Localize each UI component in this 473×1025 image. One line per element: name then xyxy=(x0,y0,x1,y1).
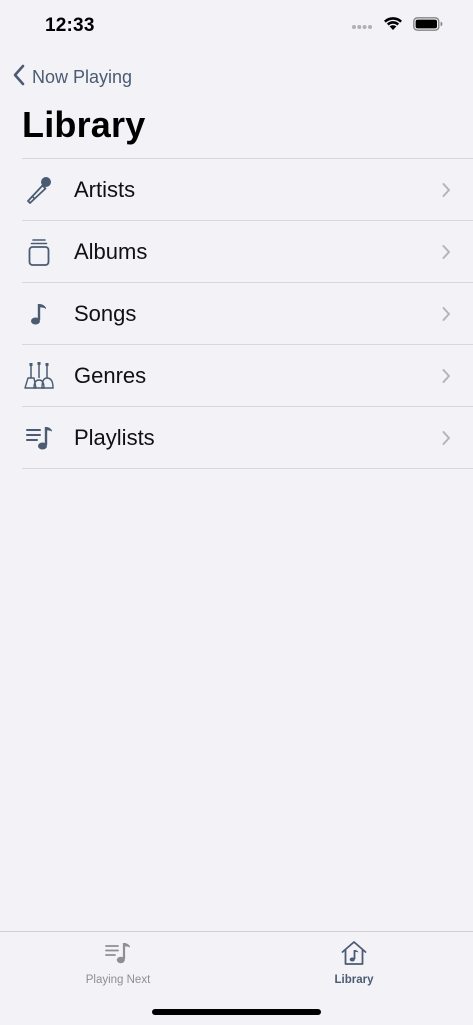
library-item-artists[interactable]: Artists xyxy=(22,159,473,221)
tab-label: Playing Next xyxy=(85,974,151,986)
battery-icon xyxy=(413,16,443,36)
home-music-icon xyxy=(340,940,368,971)
page-title: Library xyxy=(22,104,146,145)
library-item-label: Playlists xyxy=(74,424,155,450)
album-stack-icon xyxy=(22,235,56,269)
playlist-icon xyxy=(22,421,56,455)
status-icons xyxy=(351,16,443,36)
wifi-icon xyxy=(383,16,403,36)
library-item-genres[interactable]: Genres xyxy=(22,345,473,407)
library-item-playlists[interactable]: Playlists xyxy=(22,407,473,469)
microphone-icon xyxy=(22,173,56,207)
library-item-songs[interactable]: Songs xyxy=(22,283,473,345)
chevron-right-icon xyxy=(442,182,451,197)
chevron-right-icon xyxy=(442,430,451,445)
tab-label: Library xyxy=(334,974,374,986)
library-item-albums[interactable]: Albums xyxy=(22,221,473,283)
playlist-icon xyxy=(104,940,132,971)
library-list: Artists Albums Songs Genres Playlists xyxy=(22,158,473,469)
library-item-label: Artists xyxy=(74,176,136,202)
music-note-icon xyxy=(22,297,56,331)
status-bar: 12:33 xyxy=(0,0,473,54)
library-item-label: Songs xyxy=(74,300,137,326)
back-button[interactable]: Now Playing xyxy=(12,63,132,91)
back-button-label: Now Playing xyxy=(32,66,133,87)
signal-dots-icon xyxy=(351,17,373,35)
library-item-label: Genres xyxy=(74,362,147,388)
guitars-icon xyxy=(22,359,56,393)
tab-library[interactable]: Library xyxy=(284,940,424,986)
home-indicator[interactable] xyxy=(152,1009,321,1015)
chevron-left-icon xyxy=(12,64,26,91)
chevron-right-icon xyxy=(442,368,451,383)
tab-playing-next[interactable]: Playing Next xyxy=(48,940,188,986)
library-item-label: Albums xyxy=(74,238,148,264)
chevron-right-icon xyxy=(442,244,451,259)
status-time: 12:33 xyxy=(45,15,95,36)
chevron-right-icon xyxy=(442,306,451,321)
